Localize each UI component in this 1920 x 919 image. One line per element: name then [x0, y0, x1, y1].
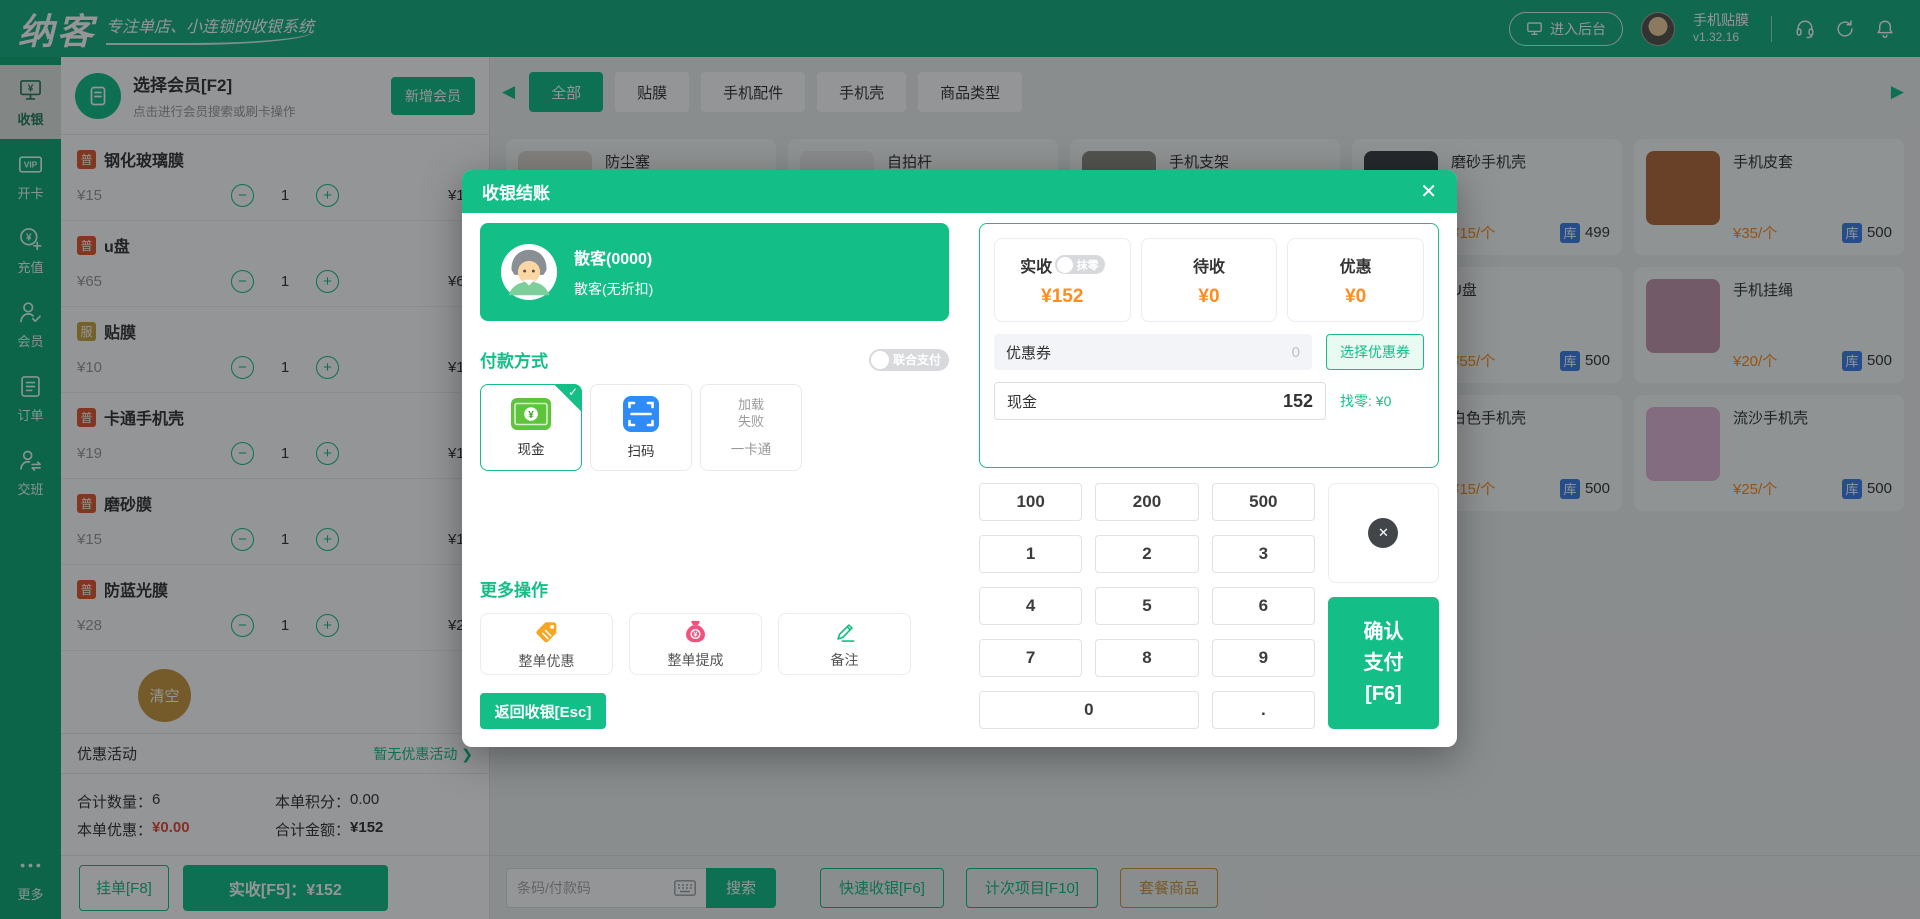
- commission-bag-icon: ¥: [682, 618, 709, 645]
- cash-icon: ¥: [511, 397, 551, 430]
- summary-card: 待收 ¥0: [1140, 238, 1278, 322]
- summary-card-label: 实收 抹零: [1020, 253, 1105, 277]
- more-ops-title: 更多操作: [480, 581, 548, 600]
- payment-method-label: 现金: [517, 441, 545, 457]
- more-ops-cards: 整单优惠 ¥ 整单提成 备注: [480, 613, 949, 675]
- select-coupon-button[interactable]: 选择优惠券: [1326, 334, 1424, 370]
- svg-text:¥: ¥: [528, 410, 534, 421]
- payment-methods: ¥ 现金 扫码 加载失败 一卡通: [480, 384, 949, 471]
- op-整单优惠[interactable]: 整单优惠: [480, 613, 613, 675]
- numpad-key-7[interactable]: 7: [978, 639, 1083, 677]
- checkout-modal: 收银结账 ✕ 散客(0000) 散客(无折扣) 付款方式 联合支付 ✓ ¥ 现金…: [462, 170, 1457, 747]
- summary-card-label: 优惠: [1339, 258, 1372, 276]
- numpad-keys: 100 200 500 1 2 3 4 5 6 7 8 9 0.: [978, 483, 1315, 729]
- cash-value: 152: [1282, 390, 1313, 411]
- back-to-cashier-button[interactable]: 返回收银[Esc]: [480, 693, 606, 729]
- payment-method-现金[interactable]: ¥ 现金: [480, 384, 582, 471]
- payment-method-一卡通[interactable]: 加载失败 一卡通: [700, 384, 802, 471]
- op-label: 整单提成: [667, 652, 724, 668]
- combine-pay-toggle[interactable]: 联合支付: [868, 348, 949, 371]
- summary-panel: 实收 抹零 ¥152 待收 ¥0 优惠 ¥0 优惠券 0 选择优惠券 现金 15…: [978, 223, 1439, 468]
- payment-method-label: 扫码: [627, 443, 655, 459]
- payment-section-title: 付款方式: [480, 352, 548, 371]
- numpad-key-6[interactable]: 6: [1211, 587, 1315, 625]
- backspace-key[interactable]: ✕: [1327, 483, 1439, 583]
- modal-left-column: 散客(0000) 散客(无折扣) 付款方式 联合支付 ¥ 现金 扫码: [480, 223, 949, 729]
- summary-card: 实收 抹零 ¥152: [993, 238, 1131, 322]
- numpad-key-8[interactable]: 8: [1095, 639, 1199, 677]
- numpad-key-500[interactable]: 500: [1211, 483, 1315, 521]
- op-label: 整单优惠: [518, 652, 575, 669]
- summary-card: 优惠 ¥0: [1287, 238, 1424, 322]
- numpad-key-.[interactable]: .: [1211, 691, 1315, 729]
- scan-icon: [623, 395, 659, 432]
- summary-card-value: ¥152: [1041, 285, 1084, 307]
- member-summary-card: 散客(0000) 散客(无折扣): [480, 223, 949, 321]
- toggle-knob: [870, 350, 889, 369]
- numpad-key-5[interactable]: 5: [1095, 587, 1199, 625]
- member-avatar: [500, 243, 558, 301]
- note-pen-icon: [832, 619, 858, 645]
- coupon-label: 优惠券: [1005, 344, 1051, 362]
- numpad-key-2[interactable]: 2: [1095, 535, 1199, 573]
- numpad-key-100[interactable]: 100: [978, 483, 1083, 521]
- summary-cards: 实收 抹零 ¥152 待收 ¥0 优惠 ¥0: [993, 238, 1424, 322]
- cash-label: 现金: [1006, 393, 1037, 411]
- cash-amount-field[interactable]: 现金 152: [993, 382, 1326, 420]
- numpad-key-0[interactable]: 0: [978, 691, 1199, 729]
- backspace-icon: ✕: [1368, 518, 1399, 548]
- close-icon[interactable]: ✕: [1420, 182, 1437, 202]
- modal-title: 收银结账: [482, 184, 550, 203]
- coupon-count: 0: [1291, 343, 1300, 361]
- summary-card-value: ¥0: [1345, 285, 1367, 307]
- numpad-key-1[interactable]: 1: [978, 535, 1083, 573]
- selected-check-icon: [554, 384, 582, 412]
- coupon-field[interactable]: 优惠券 0: [993, 334, 1312, 370]
- numpad-key-3[interactable]: 3: [1211, 535, 1315, 573]
- payment-method-label: 一卡通: [730, 442, 772, 458]
- round-off-toggle[interactable]: 抹零: [1055, 255, 1105, 274]
- payment-method-扫码[interactable]: 扫码: [590, 384, 692, 471]
- more-ops-group: 更多操作 整单优惠 ¥ 整单提成 备注 返回收银[Esc]: [480, 576, 949, 729]
- numpad-key-200[interactable]: 200: [1095, 483, 1199, 521]
- numpad: 100 200 500 1 2 3 4 5 6 7 8 9 0. ✕ 确认 支付 [F6]: [978, 483, 1439, 729]
- svg-text:¥: ¥: [693, 630, 698, 639]
- member-name: 散客(0000): [574, 251, 653, 268]
- modal-right-column: 实收 抹零 ¥152 待收 ¥0 优惠 ¥0 优惠券 0 选择优惠券 现金 15…: [978, 223, 1439, 729]
- confirm-pay-button[interactable]: 确认 支付 [F6]: [1327, 597, 1439, 729]
- modal-body: 散客(0000) 散客(无折扣) 付款方式 联合支付 ¥ 现金 扫码: [462, 213, 1457, 747]
- numpad-key-9[interactable]: 9: [1211, 639, 1315, 677]
- discount-tag-icon: [533, 618, 561, 646]
- summary-card-value: ¥0: [1198, 285, 1220, 307]
- modal-header: 收银结账 ✕: [462, 170, 1457, 213]
- summary-card-label: 待收: [1192, 258, 1225, 276]
- change-text: 找零: ¥0: [1340, 393, 1392, 409]
- member-level: 散客(无折扣): [574, 281, 654, 297]
- numpad-key-4[interactable]: 4: [978, 587, 1083, 625]
- load-failed-text: 加载失败: [737, 396, 764, 429]
- op-label: 备注: [830, 651, 859, 668]
- op-整单提成[interactable]: ¥ 整单提成: [629, 613, 762, 675]
- op-备注[interactable]: 备注: [778, 613, 911, 675]
